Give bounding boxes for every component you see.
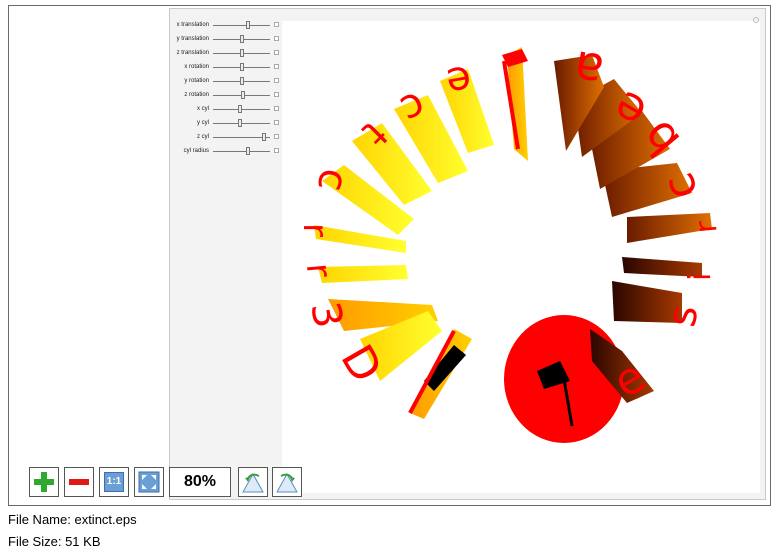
file-size-label: File Size: 51 KB — [8, 534, 101, 549]
fit-to-window-icon — [138, 471, 160, 493]
slider-row: cyl radius — [171, 147, 283, 157]
zoom-out-button[interactable] — [64, 467, 94, 497]
slider-track[interactable] — [213, 25, 270, 26]
svg-text:i: i — [683, 273, 718, 281]
slider-track[interactable] — [213, 151, 270, 152]
zoom-in-button[interactable] — [29, 467, 59, 497]
rotate-right-icon — [276, 472, 298, 493]
slider-row: z translation — [171, 49, 283, 59]
slider-label: z translation — [176, 50, 209, 56]
slider-knob[interactable] — [262, 133, 266, 141]
slider-row: y rotation — [171, 77, 283, 87]
slider-knob[interactable] — [246, 147, 250, 155]
slider-reset-box[interactable] — [274, 36, 279, 41]
slider-label: y cyl — [197, 120, 209, 126]
slider-knob[interactable] — [246, 21, 250, 29]
rotate-left-icon — [242, 472, 264, 493]
slider-row: x rotation — [171, 63, 283, 73]
actual-size-button[interactable]: 1:1 — [99, 467, 129, 497]
actual-size-icon: 1:1 — [104, 472, 124, 492]
slider-label: y translation — [176, 36, 209, 42]
slider-reset-box[interactable] — [274, 148, 279, 153]
slider-row: x translation — [171, 21, 283, 31]
slider-knob[interactable] — [240, 49, 244, 57]
slider-label: x translation — [176, 22, 209, 28]
zoom-level: 80% — [169, 467, 231, 497]
slider-reset-box[interactable] — [274, 78, 279, 83]
document-frame: x translation y translation z translation x… — [169, 8, 766, 500]
fit-to-window-button[interactable] — [134, 467, 164, 497]
slider-reset-box[interactable] — [274, 50, 279, 55]
svg-text:r: r — [295, 223, 335, 237]
slider-row: x cyl — [171, 105, 283, 115]
slider-knob[interactable] — [240, 77, 244, 85]
3d-letter-ring: e s i r c b e a e c t c r r 3 D — [295, 39, 725, 443]
letter-r-right: r — [627, 213, 725, 243]
slider-label: cyl radius — [183, 148, 209, 154]
letter-s: s — [612, 281, 708, 330]
slider-panel: x translation y translation z translation x… — [171, 21, 283, 171]
slider-label: x cyl — [197, 106, 209, 112]
plus-icon — [34, 472, 54, 492]
slider-row: z cyl — [171, 133, 283, 143]
slider-reset-box[interactable] — [274, 106, 279, 111]
slider-knob[interactable] — [238, 119, 242, 127]
slider-label: y rotation — [184, 78, 209, 84]
slider-row: y cyl — [171, 119, 283, 129]
slider-knob[interactable] — [240, 35, 244, 43]
slider-row: y translation — [171, 35, 283, 45]
minus-icon — [69, 479, 89, 485]
svg-text:s: s — [659, 302, 708, 331]
image-viewer: x translation y translation z translation x… — [8, 5, 771, 506]
slider-label: z cyl — [197, 134, 209, 140]
rotate-right-button[interactable] — [272, 467, 302, 497]
slider-label: z rotation — [184, 92, 209, 98]
render-canvas[interactable]: e s i r c b e a e c t c r r 3 D — [282, 21, 760, 493]
slider-reset-box[interactable] — [274, 120, 279, 125]
slider-reset-box[interactable] — [274, 92, 279, 97]
file-name-label: File Name: extinct.eps — [8, 512, 137, 527]
slider-reset-box[interactable] — [274, 64, 279, 69]
slider-row: z rotation — [171, 91, 283, 101]
slider-knob[interactable] — [240, 63, 244, 71]
letter-p — [502, 47, 528, 161]
slider-label: x rotation — [184, 64, 209, 70]
slider-knob[interactable] — [241, 91, 245, 99]
slider-reset-box[interactable] — [274, 134, 279, 139]
corner-handle-icon[interactable] — [753, 17, 759, 23]
slider-reset-box[interactable] — [274, 22, 279, 27]
letter-r-left-2: r — [298, 262, 408, 283]
rotate-left-button[interactable] — [238, 467, 268, 497]
slider-knob[interactable] — [238, 105, 242, 113]
letter-i: i — [622, 257, 718, 281]
